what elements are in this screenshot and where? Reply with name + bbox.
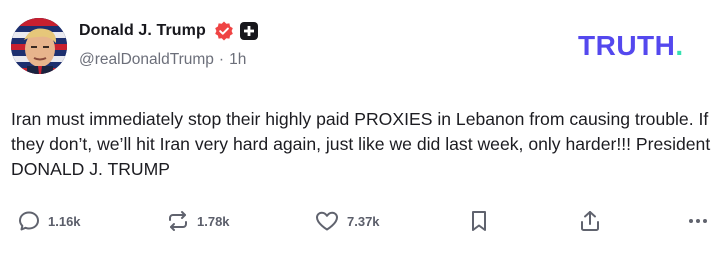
bookmark-icon: [468, 209, 490, 233]
truth-post: Donald J. Trump @realDonaldTrump · 1h TR…: [0, 0, 725, 253]
handle-row: @realDonaldTrump · 1h: [79, 51, 258, 69]
repost-arrows-icon: [166, 209, 190, 233]
timestamp[interactable]: 1h: [229, 51, 246, 69]
verified-badge-icon: [214, 21, 234, 41]
more-options-button[interactable]: [686, 205, 710, 237]
like-count: 7.37k: [347, 213, 380, 229]
post-body: Iran must immediately stop their highly …: [11, 109, 720, 179]
name-row: Donald J. Trump: [79, 19, 258, 43]
reply-count: 1.16k: [48, 213, 81, 229]
speech-bubble-icon: [17, 209, 41, 233]
username-handle[interactable]: @realDonaldTrump: [79, 51, 214, 69]
plus-badge-icon: [239, 22, 258, 40]
brand-dot: .: [675, 30, 684, 61]
truth-social-logo: TRUTH.: [578, 32, 684, 60]
reply-button[interactable]: 1.16k: [17, 205, 81, 237]
separator-dot: ·: [218, 51, 225, 68]
author-block: Donald J. Trump @realDonaldTrump · 1h: [79, 19, 258, 69]
like-button[interactable]: 7.37k: [314, 205, 380, 237]
share-upload-icon: [578, 209, 602, 233]
retruth-button[interactable]: 1.78k: [166, 205, 230, 237]
display-name[interactable]: Donald J. Trump: [79, 22, 206, 40]
bookmark-button[interactable]: [468, 205, 490, 237]
avatar[interactable]: [11, 18, 67, 74]
brand-text: TRUTH: [578, 30, 676, 61]
retruth-count: 1.78k: [197, 213, 230, 229]
more-dots-icon: [686, 209, 710, 233]
heart-icon: [314, 209, 340, 233]
action-bar: 1.16k 1.78k 7.37k: [0, 205, 725, 237]
share-button[interactable]: [578, 205, 602, 237]
